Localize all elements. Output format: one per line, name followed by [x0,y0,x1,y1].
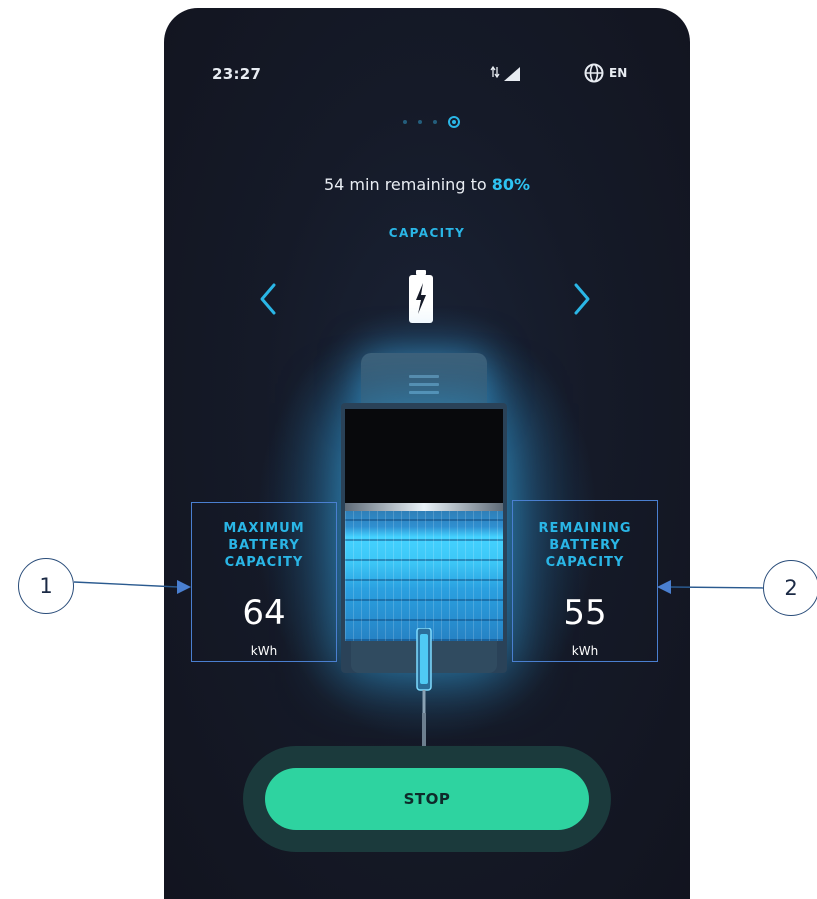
stop-button[interactable]: STOP [265,768,589,830]
remaining-capacity-label-line: BATTERY [549,538,621,553]
language-code: EN [609,66,628,80]
remaining-capacity-unit: kWh [571,644,599,658]
remaining-capacity-value: 55 [563,593,607,633]
remaining-capacity-label: REMAINING BATTERY CAPACITY [512,520,658,571]
battery-level-line [345,503,503,511]
page-dot[interactable] [417,120,422,124]
time-remaining-text: 54 min remaining to [323,175,487,194]
section-title: CAPACITY [388,226,466,240]
charge-target: 80% [491,175,531,194]
vent [409,391,439,394]
page-dot[interactable] [432,120,437,124]
callout-marker: 2 [763,560,817,616]
remaining-capacity-label-line: REMAINING [538,521,632,536]
callout-marker: 1 [18,558,74,614]
max-capacity-label-line: MAXIMUM [223,521,305,536]
charge-time-remaining: 54 min remaining to 80% [164,175,690,194]
callout-arrow-right [657,580,766,594]
max-capacity-label-line: BATTERY [228,538,300,553]
status-time: 23:27 [212,65,262,83]
page-dot[interactable] [402,120,407,124]
battery-empty-section [345,409,503,505]
signal-icon [490,65,520,81]
vent [409,375,439,378]
max-capacity-value: 64 [242,593,286,633]
language-selector[interactable]: EN [584,63,627,83]
globe-icon [584,63,604,83]
phone-screen: 23:27 EN 54 min remaining to 80% CAPACIT… [164,8,690,899]
page-dot-active[interactable] [447,116,460,128]
max-capacity-label: MAXIMUM BATTERY CAPACITY [191,520,337,571]
page-indicator [164,116,690,128]
stop-button-container: STOP [243,746,611,852]
remaining-capacity-label-line: CAPACITY [545,555,625,570]
stage: 23:27 EN 54 min remaining to 80% CAPACIT… [0,0,817,899]
battery-charged-section [345,511,503,641]
vent [409,383,439,386]
charging-plug-icon [416,628,432,716]
max-capacity-unit: kWh [250,644,278,658]
max-capacity-label-line: CAPACITY [224,555,304,570]
callout-arrow-left [74,580,191,594]
